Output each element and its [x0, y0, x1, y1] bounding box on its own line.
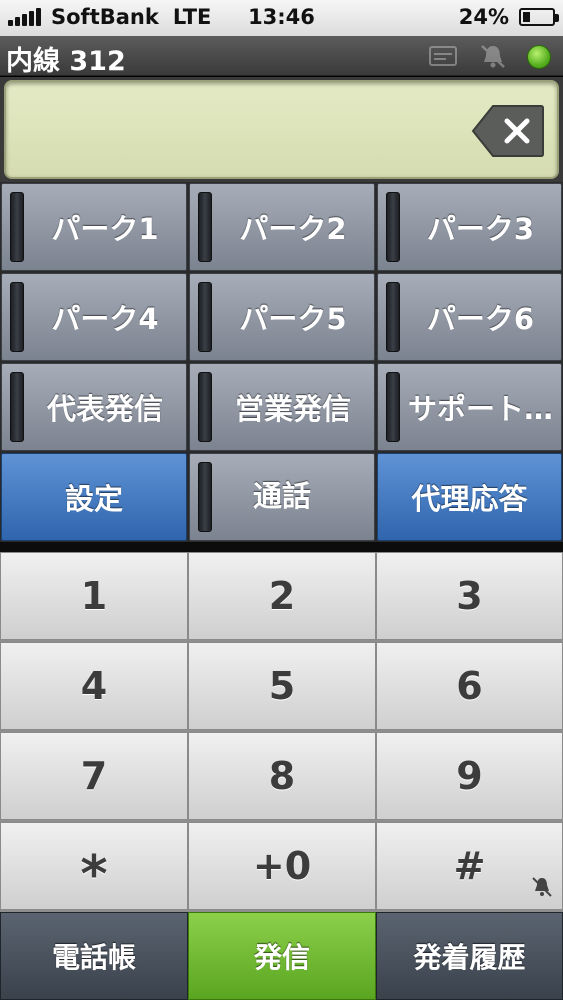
key-0[interactable]: +0 — [188, 822, 376, 910]
line-lamp — [198, 192, 212, 262]
park-1-label: パーク1 — [51, 212, 159, 246]
park-1-button[interactable]: パーク1 — [1, 183, 187, 271]
key-3[interactable]: 3 — [376, 552, 563, 640]
line-lamp — [198, 282, 212, 352]
backspace-button[interactable] — [471, 104, 545, 158]
key-1[interactable]: 1 — [0, 552, 188, 640]
park-5-button[interactable]: パーク5 — [189, 273, 375, 361]
line-lamp — [386, 282, 400, 352]
park-4-label: パーク4 — [51, 302, 159, 336]
key-2[interactable]: 2 — [188, 552, 376, 640]
proxy-answer-label: 代理応答 — [411, 482, 528, 516]
connection-status-indicator — [527, 45, 551, 69]
park-2-label: パーク2 — [239, 212, 347, 246]
key-5[interactable]: 5 — [188, 642, 376, 730]
number-display[interactable] — [4, 80, 559, 179]
main-outbound-label: 代表発信 — [46, 392, 163, 426]
park-5-label: パーク5 — [239, 302, 347, 336]
proxy-answer-button[interactable]: 代理応答 — [377, 453, 562, 541]
main-outbound-button[interactable]: 代表発信 — [1, 363, 187, 451]
battery-tip — [555, 14, 559, 22]
extension-label: 内線 312 — [6, 46, 126, 77]
app-header: 内線 312 — [0, 36, 563, 77]
phonebook-button[interactable]: 電話帳 — [0, 912, 188, 1000]
battery-fill — [523, 12, 530, 22]
line-lamp — [386, 372, 400, 442]
line-lamp — [386, 192, 400, 262]
park-6-button[interactable]: パーク6 — [377, 273, 562, 361]
line-lamp — [10, 282, 24, 352]
status-bar: SoftBank LTE 13:46 24% — [0, 0, 563, 36]
function-button-grid: パーク1 パーク2 パーク3 パーク4 パーク5 パーク6 代表発信 営業発信 … — [0, 182, 563, 542]
sales-outbound-label: 営業発信 — [234, 392, 351, 426]
sales-outbound-button[interactable]: 営業発信 — [189, 363, 375, 451]
park-3-button[interactable]: パーク3 — [377, 183, 562, 271]
key-4[interactable]: 4 — [0, 642, 188, 730]
park-2-button[interactable]: パーク2 — [189, 183, 375, 271]
key-6[interactable]: 6 — [376, 642, 563, 730]
bottom-toolbar: 電話帳 発信 発着履歴 — [0, 912, 563, 1000]
call-button[interactable]: 通話 — [189, 453, 375, 541]
support-button[interactable]: サポート… — [377, 363, 562, 451]
support-label: サポート… — [407, 392, 553, 426]
key-9[interactable]: 9 — [376, 732, 563, 820]
card-icon — [429, 46, 457, 66]
dial-keypad: 1 2 3 4 5 6 7 8 9 * +0 # — [0, 552, 563, 912]
park-6-label: パーク6 — [426, 302, 535, 336]
call-history-button[interactable]: 発着履歴 — [376, 912, 563, 1000]
ringer-muted-icon — [532, 877, 552, 897]
key-8[interactable]: 8 — [188, 732, 376, 820]
key-star[interactable]: * — [0, 822, 188, 910]
dial-button[interactable]: 発信 — [188, 912, 376, 1000]
settings-label: 設定 — [64, 482, 123, 516]
line-lamp — [10, 372, 24, 442]
key-7[interactable]: 7 — [0, 732, 188, 820]
settings-button[interactable]: 設定 — [1, 453, 187, 541]
battery-percent: 24% — [458, 5, 509, 29]
park-4-button[interactable]: パーク4 — [1, 273, 187, 361]
battery-icon — [519, 8, 559, 26]
bell-muted-icon — [481, 45, 505, 68]
key-hash: # — [453, 844, 486, 888]
display-area — [0, 77, 563, 182]
line-lamp — [10, 192, 24, 262]
line-lamp — [198, 462, 212, 532]
section-divider — [0, 542, 563, 552]
key-hash-container[interactable]: # — [376, 822, 563, 910]
status-right: 24% — [458, 5, 559, 29]
call-label: 通話 — [252, 479, 311, 513]
park-3-label: パーク3 — [426, 212, 535, 246]
line-lamp — [198, 372, 212, 442]
